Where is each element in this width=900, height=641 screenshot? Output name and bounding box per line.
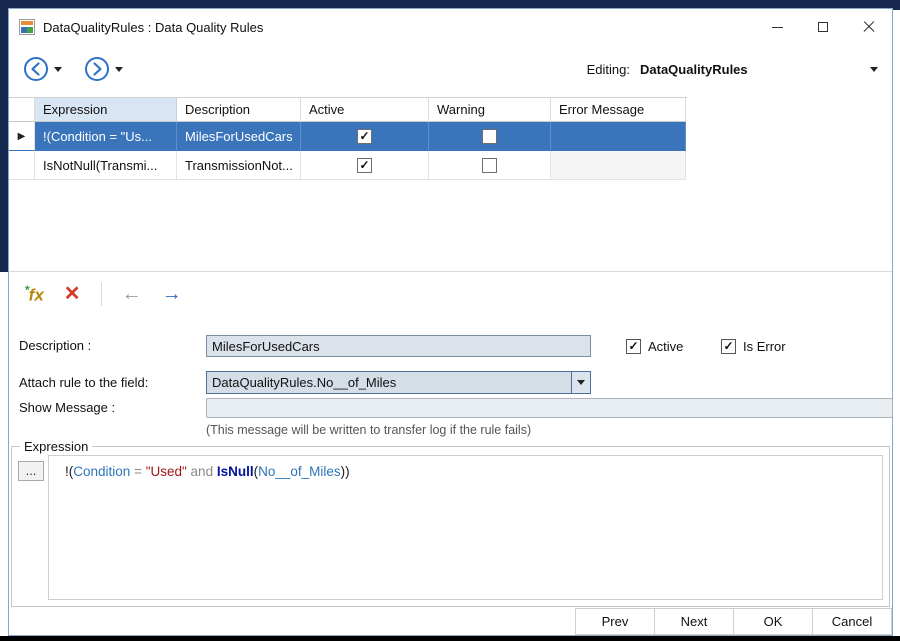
forward-group [84, 56, 123, 82]
show-message-input[interactable] [206, 398, 893, 418]
expression-token: "Used" [146, 464, 187, 479]
close-icon [863, 21, 875, 33]
next-button[interactable]: Next [654, 608, 734, 635]
app-icon-dot-green [27, 27, 33, 33]
window-controls [754, 9, 892, 45]
expression-code-editor[interactable]: !(Condition = "Used" and IsNull(No__of_M… [48, 455, 883, 600]
helper-text: (This message will be written to transfe… [206, 423, 531, 437]
column-header-expression[interactable]: Expression [35, 98, 177, 122]
is-error-checkbox[interactable]: ✓ [721, 339, 736, 354]
footer-buttons: Prev Next OK Cancel [576, 608, 892, 635]
ok-button[interactable]: OK [733, 608, 813, 635]
toolbar-divider [101, 282, 102, 306]
attach-field-dropdown-button[interactable] [571, 372, 590, 393]
prev-button[interactable]: Prev [575, 608, 655, 635]
back-icon [23, 56, 49, 82]
maximize-button[interactable] [800, 9, 846, 45]
editing-combobox[interactable]: DataQualityRules [640, 62, 878, 77]
cell-expression[interactable]: IsNotNull(Transmi... [35, 151, 177, 180]
expression-token: )) [341, 464, 350, 479]
table-row[interactable]: ▶ !(Condition = "Us... MilesForUsedCars … [9, 122, 687, 151]
is-error-label: Is Error [743, 339, 786, 354]
expression-token: No__of_Miles [258, 464, 341, 479]
attach-field-value: DataQualityRules.No__of_Miles [207, 372, 571, 393]
data-quality-rules-dialog: DataQualityRules : Data Quality Rules [8, 8, 893, 636]
cell-error-message[interactable] [551, 122, 686, 151]
editing-label: Editing: [587, 62, 630, 77]
minimize-icon [772, 27, 783, 28]
attach-field-select[interactable]: DataQualityRules.No__of_Miles [206, 371, 591, 394]
window-title: DataQualityRules : Data Quality Rules [43, 20, 263, 35]
column-header-error-message[interactable]: Error Message [551, 98, 686, 122]
row-header-cell: ▶ [9, 122, 35, 151]
cell-warning [429, 151, 551, 180]
expression-group-label: Expression [20, 439, 92, 454]
background-bottom-bar [0, 636, 900, 641]
rules-grid: Expression Description Active Warning Er… [9, 97, 687, 180]
app-icon-bar [21, 21, 33, 25]
column-header-active[interactable]: Active [301, 98, 429, 122]
active-checkbox-group: ✓ Active [626, 335, 683, 357]
row-header-cell [9, 151, 35, 180]
cell-active: ✓ [301, 122, 429, 151]
combo-caret-icon [577, 380, 585, 385]
back-button[interactable] [23, 56, 49, 82]
cell-active: ✓ [301, 151, 429, 180]
expression-token: and [187, 464, 217, 479]
cell-description[interactable]: MilesForUsedCars [177, 122, 301, 151]
delete-rule-button[interactable]: ✕ [64, 284, 81, 304]
expression-token: !( [65, 464, 73, 479]
cell-description[interactable]: TransmissionNot... [177, 151, 301, 180]
cancel-button[interactable]: Cancel [812, 608, 892, 635]
title-bar: DataQualityRules : Data Quality Rules [9, 9, 892, 45]
description-input[interactable]: MilesForUsedCars [206, 335, 591, 357]
previous-rule-button[interactable]: ← [122, 284, 142, 304]
description-label: Description : [19, 335, 91, 357]
app-icon [19, 19, 35, 35]
cell-error-message[interactable] [551, 151, 686, 180]
back-dropdown-caret-icon[interactable] [54, 67, 62, 72]
active-checkbox[interactable]: ✓ [626, 339, 641, 354]
table-row[interactable]: IsNotNull(Transmi... TransmissionNot... … [9, 151, 687, 180]
editing-section: Editing: DataQualityRules [587, 62, 878, 77]
cell-expression[interactable]: !(Condition = "Us... [35, 122, 177, 151]
active-checkbox[interactable]: ✓ [357, 158, 372, 173]
column-header-row-selector [9, 98, 35, 122]
forward-icon [84, 56, 110, 82]
editing-caret-icon [870, 67, 878, 72]
editing-value: DataQualityRules [640, 62, 748, 77]
column-header-description[interactable]: Description [177, 98, 301, 122]
cell-warning [429, 122, 551, 151]
show-message-label: Show Message : [19, 397, 115, 418]
column-header-warning[interactable]: Warning [429, 98, 551, 122]
grid-header-row: Expression Description Active Warning Er… [9, 98, 687, 122]
maximize-icon [818, 22, 828, 32]
expression-builder-button[interactable]: ... [18, 461, 44, 481]
active-label: Active [648, 339, 683, 354]
next-rule-button[interactable]: → [162, 284, 182, 304]
is-error-checkbox-group: ✓ Is Error [721, 335, 786, 357]
row-selector-icon: ▶ [18, 131, 26, 142]
navigation-toolbar: Editing: DataQualityRules [9, 45, 892, 93]
minimize-button[interactable] [754, 9, 800, 45]
back-group [23, 56, 62, 82]
expression-token: Condition [73, 464, 130, 479]
close-button[interactable] [846, 9, 892, 45]
expression-token: = [130, 464, 145, 479]
attach-field-label: Attach rule to the field: [19, 371, 148, 394]
expression-group: Expression ... !(Condition = "Used" and … [11, 446, 890, 607]
warning-checkbox[interactable] [482, 129, 497, 144]
rule-toolbar: *fx ✕ ← → [9, 272, 892, 316]
add-function-button[interactable]: *fx [25, 283, 44, 306]
warning-checkbox[interactable] [482, 158, 497, 173]
forward-dropdown-caret-icon[interactable] [115, 67, 123, 72]
expression-token: IsNull [217, 464, 254, 479]
active-checkbox[interactable]: ✓ [357, 129, 372, 144]
forward-button[interactable] [84, 56, 110, 82]
fx-icon: fx [29, 285, 44, 304]
